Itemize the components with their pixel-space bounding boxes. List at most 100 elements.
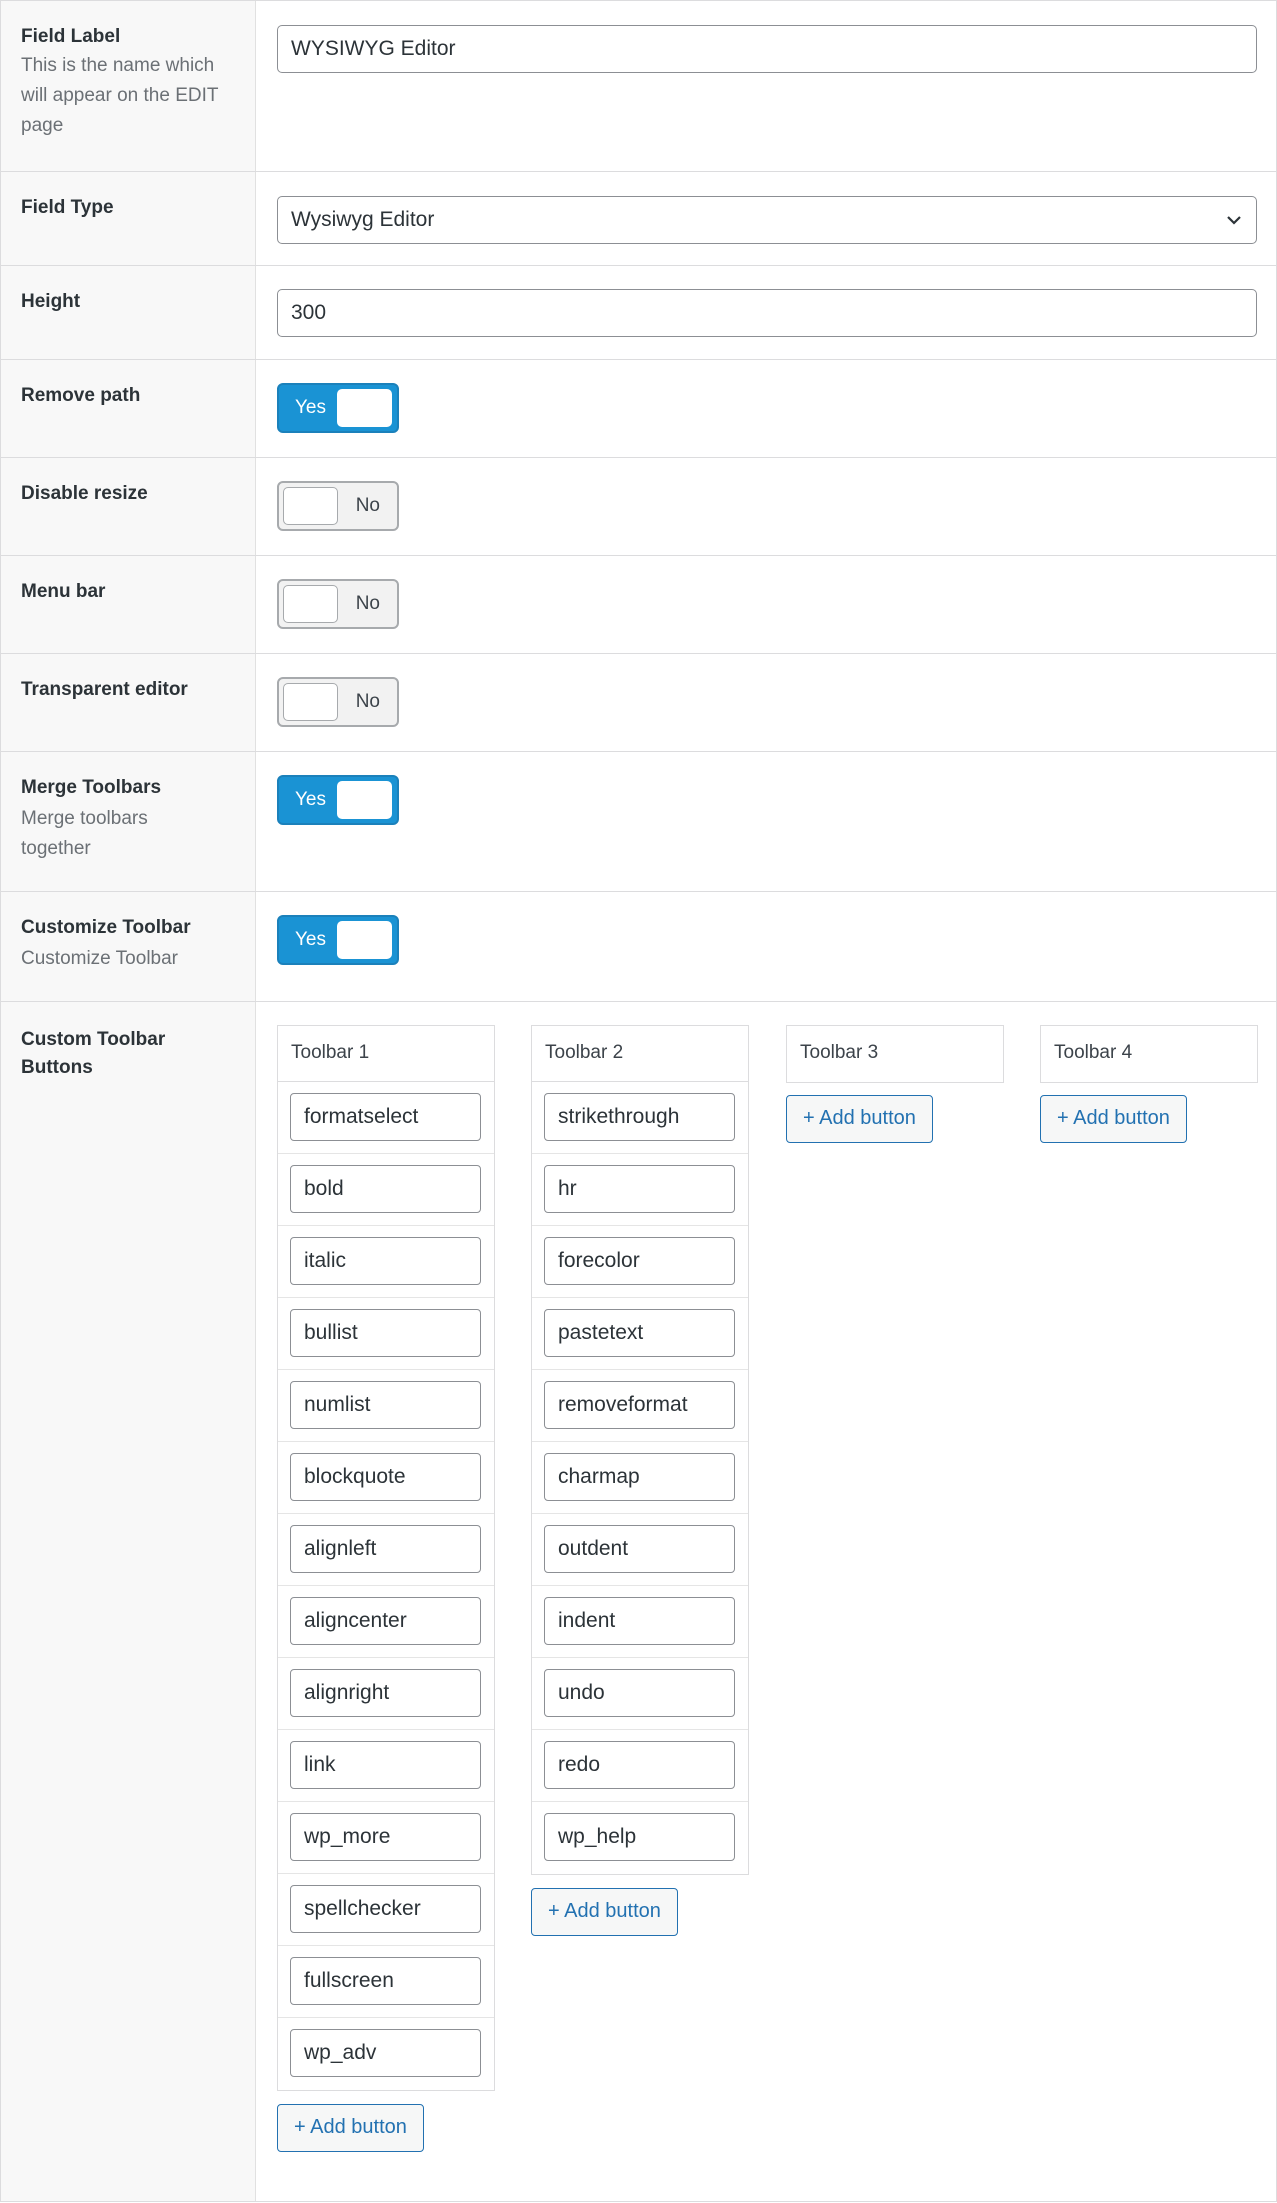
- list-item: undo: [532, 1658, 748, 1730]
- toolbar-button-field[interactable]: pastetext: [544, 1309, 735, 1357]
- toolbar-button-field[interactable]: spellchecker: [290, 1885, 481, 1933]
- list-item: removeformat: [532, 1370, 748, 1442]
- description-line: Merge toolbars: [21, 808, 148, 829]
- toggle-knob: [337, 921, 392, 959]
- row-field-label: Field Label This is the name which will …: [1, 1, 1276, 172]
- toolbar-button-field[interactable]: formatselect: [290, 1093, 481, 1141]
- toolbar-button-field[interactable]: undo: [544, 1669, 735, 1717]
- toolbar-4-column: Toolbar 4 + Add button: [1040, 1025, 1258, 1143]
- list-item: forecolor: [532, 1226, 748, 1298]
- toolbar-1-list: Toolbar 1 formatselect bold italic bulli…: [277, 1025, 495, 2091]
- list-item: numlist: [278, 1370, 494, 1442]
- list-item: bold: [278, 1154, 494, 1226]
- toggle-knob: [337, 781, 392, 819]
- customize-toolbar-description: Customize Toolbar: [21, 948, 179, 969]
- height-input[interactable]: [277, 289, 1257, 337]
- toolbar-button-field[interactable]: indent: [544, 1597, 735, 1645]
- menu-bar-toggle[interactable]: No: [277, 579, 399, 629]
- remove-path-title: Remove path: [21, 385, 141, 406]
- list-item: strikethrough: [532, 1082, 748, 1154]
- toolbar-button-field[interactable]: outdent: [544, 1525, 735, 1573]
- toolbar-button-field[interactable]: wp_more: [290, 1813, 481, 1861]
- toolbar-button-field[interactable]: bold: [290, 1165, 481, 1213]
- list-item: pastetext: [532, 1298, 748, 1370]
- toggle-state-label: Yes: [295, 789, 326, 810]
- chevron-down-icon: [1227, 216, 1241, 225]
- toggle-state-label: No: [355, 495, 380, 516]
- customize-toolbar-toggle[interactable]: Yes: [277, 915, 399, 965]
- toolbar-1-add-button[interactable]: + Add button: [277, 2104, 424, 2152]
- list-item: alignleft: [278, 1514, 494, 1586]
- row-remove-path: Remove path Yes: [1, 360, 1276, 458]
- toolbar-button-field[interactable]: redo: [544, 1741, 735, 1789]
- description-line: will appear on the EDIT: [21, 85, 219, 106]
- toolbar-button-field[interactable]: charmap: [544, 1453, 735, 1501]
- disable-resize-toggle[interactable]: No: [277, 481, 399, 531]
- toolbar-button-field[interactable]: bullist: [290, 1309, 481, 1357]
- toolbar-button-field[interactable]: removeformat: [544, 1381, 735, 1429]
- height-title: Height: [21, 291, 81, 312]
- toolbar-button-field[interactable]: italic: [290, 1237, 481, 1285]
- toolbar-button-field[interactable]: fullscreen: [290, 1957, 481, 2005]
- toolbar-button-field[interactable]: alignleft: [290, 1525, 481, 1573]
- toggle-knob: [283, 585, 338, 623]
- toolbar-2-header: Toolbar 2: [532, 1026, 748, 1082]
- toggle-state-label: No: [355, 593, 380, 614]
- title-line: Custom Toolbar: [21, 1029, 166, 1050]
- merge-toolbars-toggle[interactable]: Yes: [277, 775, 399, 825]
- list-item: spellchecker: [278, 1874, 494, 1946]
- list-item: fullscreen: [278, 1946, 494, 2018]
- list-item: redo: [532, 1730, 748, 1802]
- list-item: wp_adv: [278, 2018, 494, 2090]
- disable-resize-title: Disable resize: [21, 483, 148, 504]
- title-line: Buttons: [21, 1057, 93, 1078]
- list-item: hr: [532, 1154, 748, 1226]
- remove-path-toggle[interactable]: Yes: [277, 383, 399, 433]
- merge-toolbars-title: Merge Toolbars: [21, 777, 162, 798]
- toolbar-button-field[interactable]: aligncenter: [290, 1597, 481, 1645]
- toolbar-button-field[interactable]: strikethrough: [544, 1093, 735, 1141]
- customize-toolbar-title: Customize Toolbar: [21, 917, 191, 938]
- list-item: link: [278, 1730, 494, 1802]
- toolbar-button-field[interactable]: numlist: [290, 1381, 481, 1429]
- toolbar-2-add-button[interactable]: + Add button: [531, 1888, 678, 1936]
- list-item: formatselect: [278, 1082, 494, 1154]
- toolbar-button-field[interactable]: forecolor: [544, 1237, 735, 1285]
- field-type-title: Field Type: [21, 197, 114, 218]
- toolbar-button-field[interactable]: wp_adv: [290, 2029, 481, 2077]
- toolbar-button-field[interactable]: blockquote: [290, 1453, 481, 1501]
- toolbar-4-list: Toolbar 4: [1040, 1025, 1258, 1083]
- list-item: blockquote: [278, 1442, 494, 1514]
- toggle-knob: [283, 683, 338, 721]
- field-label-input[interactable]: [277, 25, 1257, 73]
- custom-toolbar-buttons-title: Custom Toolbar Buttons: [21, 1026, 241, 1082]
- label-cell: Field Label This is the name which will …: [21, 23, 241, 141]
- field-label-description: This is the name which will appear on th…: [21, 51, 241, 141]
- row-customize-toolbar: Customize Toolbar Customize Toolbar Yes: [1, 892, 1276, 1002]
- row-menu-bar: Menu bar No: [1, 556, 1276, 654]
- toolbar-2-list: Toolbar 2 strikethrough hr forecolor pas…: [531, 1025, 749, 1875]
- toggle-state-label: Yes: [295, 397, 326, 418]
- menu-bar-title: Menu bar: [21, 581, 106, 602]
- toolbar-button-field[interactable]: hr: [544, 1165, 735, 1213]
- toolbar-3-header: Toolbar 3: [800, 1042, 879, 1063]
- row-custom-toolbar-buttons: Custom Toolbar Buttons Toolbar 1 formats…: [1, 1002, 1276, 2203]
- field-type-select[interactable]: Wysiwyg Editor: [277, 196, 1257, 244]
- toolbar-3-add-button[interactable]: + Add button: [786, 1095, 933, 1143]
- toggle-knob: [337, 389, 392, 427]
- list-item: wp_help: [532, 1802, 748, 1874]
- toolbar-4-add-button[interactable]: + Add button: [1040, 1095, 1187, 1143]
- merge-toolbars-description: Merge toolbars together: [21, 804, 241, 864]
- list-item: bullist: [278, 1298, 494, 1370]
- toolbar-button-field[interactable]: alignright: [290, 1669, 481, 1717]
- toolbar-4-header: Toolbar 4: [1054, 1042, 1133, 1063]
- toggle-state-label: No: [355, 691, 380, 712]
- toolbar-button-field[interactable]: link: [290, 1741, 481, 1789]
- toolbar-button-field[interactable]: wp_help: [544, 1813, 735, 1861]
- row-disable-resize: Disable resize No: [1, 458, 1276, 556]
- row-field-type: Field Type Wysiwyg Editor: [1, 172, 1276, 266]
- list-item: wp_more: [278, 1802, 494, 1874]
- transparent-editor-toggle[interactable]: No: [277, 677, 399, 727]
- field-settings-form: Field Label This is the name which will …: [0, 0, 1277, 2202]
- description-line: page: [21, 115, 64, 136]
